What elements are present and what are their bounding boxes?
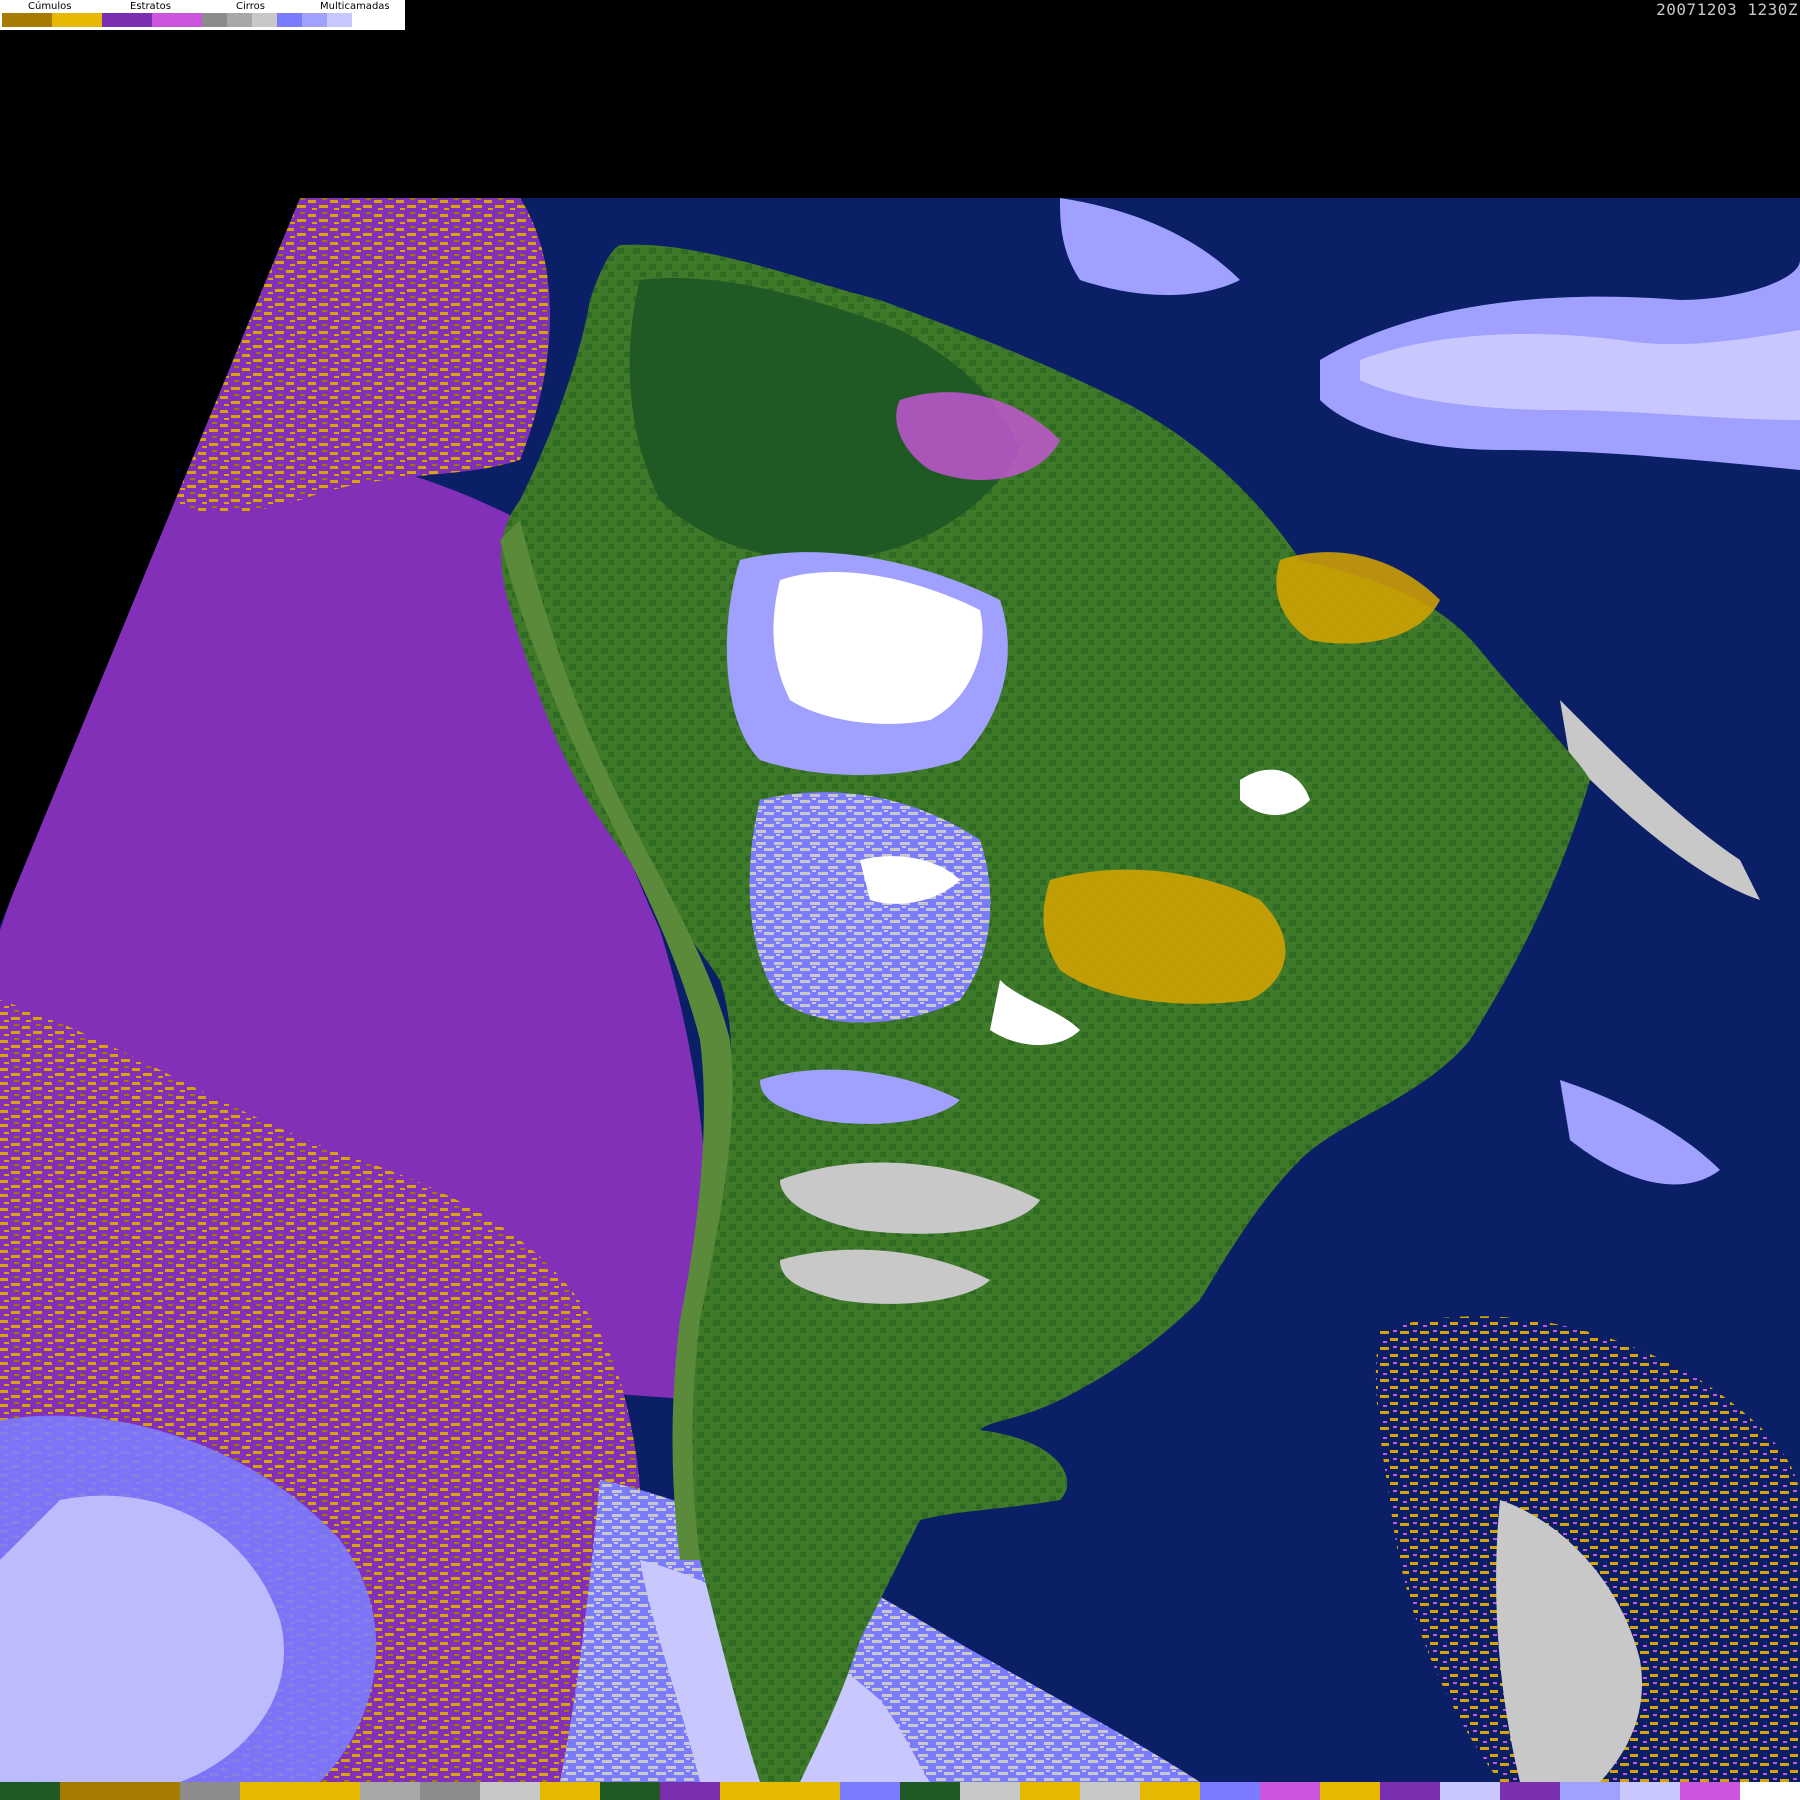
legend-swatch bbox=[227, 13, 252, 27]
legend-label-multilayer: Multicamadas bbox=[320, 1, 390, 12]
legend-swatch bbox=[202, 13, 227, 27]
strip-swatch bbox=[1440, 1782, 1500, 1800]
strip-swatch bbox=[1380, 1782, 1440, 1800]
legend-swatch bbox=[252, 13, 277, 27]
legend-label-stratus: Estratos bbox=[130, 1, 171, 12]
strip-swatch bbox=[1020, 1782, 1080, 1800]
southern-convection-band bbox=[749, 792, 991, 1023]
strip-swatch bbox=[540, 1782, 600, 1800]
strip-swatch bbox=[120, 1782, 180, 1800]
legend-label-cumulus: Cúmulos bbox=[28, 1, 72, 12]
legend-swatch bbox=[327, 13, 352, 27]
legend-swatch bbox=[302, 13, 327, 27]
bottom-color-strip bbox=[0, 1782, 1800, 1800]
legend-swatch bbox=[52, 13, 102, 27]
strip-swatch bbox=[840, 1782, 900, 1800]
cloud-type-legend: Cúmulos Estratos Cirros Multicamadas bbox=[0, 0, 405, 30]
strip-swatch bbox=[1620, 1782, 1680, 1800]
strip-swatch bbox=[300, 1782, 360, 1800]
strip-swatch bbox=[1740, 1782, 1800, 1800]
strip-swatch bbox=[1320, 1782, 1380, 1800]
legend-swatch bbox=[2, 13, 52, 27]
strip-swatch bbox=[600, 1782, 660, 1800]
strip-swatch bbox=[180, 1782, 240, 1800]
legend-swatch bbox=[352, 13, 377, 27]
strip-swatch bbox=[420, 1782, 480, 1800]
image-timestamp: 20071203 1230Z bbox=[1656, 0, 1798, 19]
strip-swatch bbox=[1500, 1782, 1560, 1800]
strip-swatch bbox=[960, 1782, 1020, 1800]
strip-swatch bbox=[480, 1782, 540, 1800]
legend-swatches bbox=[2, 13, 377, 27]
strip-swatch bbox=[360, 1782, 420, 1800]
legend-swatch bbox=[152, 13, 202, 27]
strip-swatch bbox=[60, 1782, 120, 1800]
strip-swatch bbox=[720, 1782, 780, 1800]
legend-swatch bbox=[277, 13, 302, 27]
strip-swatch bbox=[1680, 1782, 1740, 1800]
strip-swatch bbox=[240, 1782, 300, 1800]
strip-swatch bbox=[1080, 1782, 1140, 1800]
satellite-cloud-classification-map bbox=[0, 198, 1800, 1782]
strip-swatch bbox=[1200, 1782, 1260, 1800]
strip-swatch bbox=[660, 1782, 720, 1800]
strip-swatch bbox=[1140, 1782, 1200, 1800]
strip-swatch bbox=[900, 1782, 960, 1800]
legend-swatch bbox=[102, 13, 152, 27]
strip-swatch bbox=[1260, 1782, 1320, 1800]
strip-swatch bbox=[0, 1782, 60, 1800]
legend-label-cirrus: Cirros bbox=[236, 1, 265, 12]
strip-swatch bbox=[780, 1782, 840, 1800]
pacific-cumulus-field bbox=[150, 198, 550, 514]
strip-swatch bbox=[1560, 1782, 1620, 1800]
